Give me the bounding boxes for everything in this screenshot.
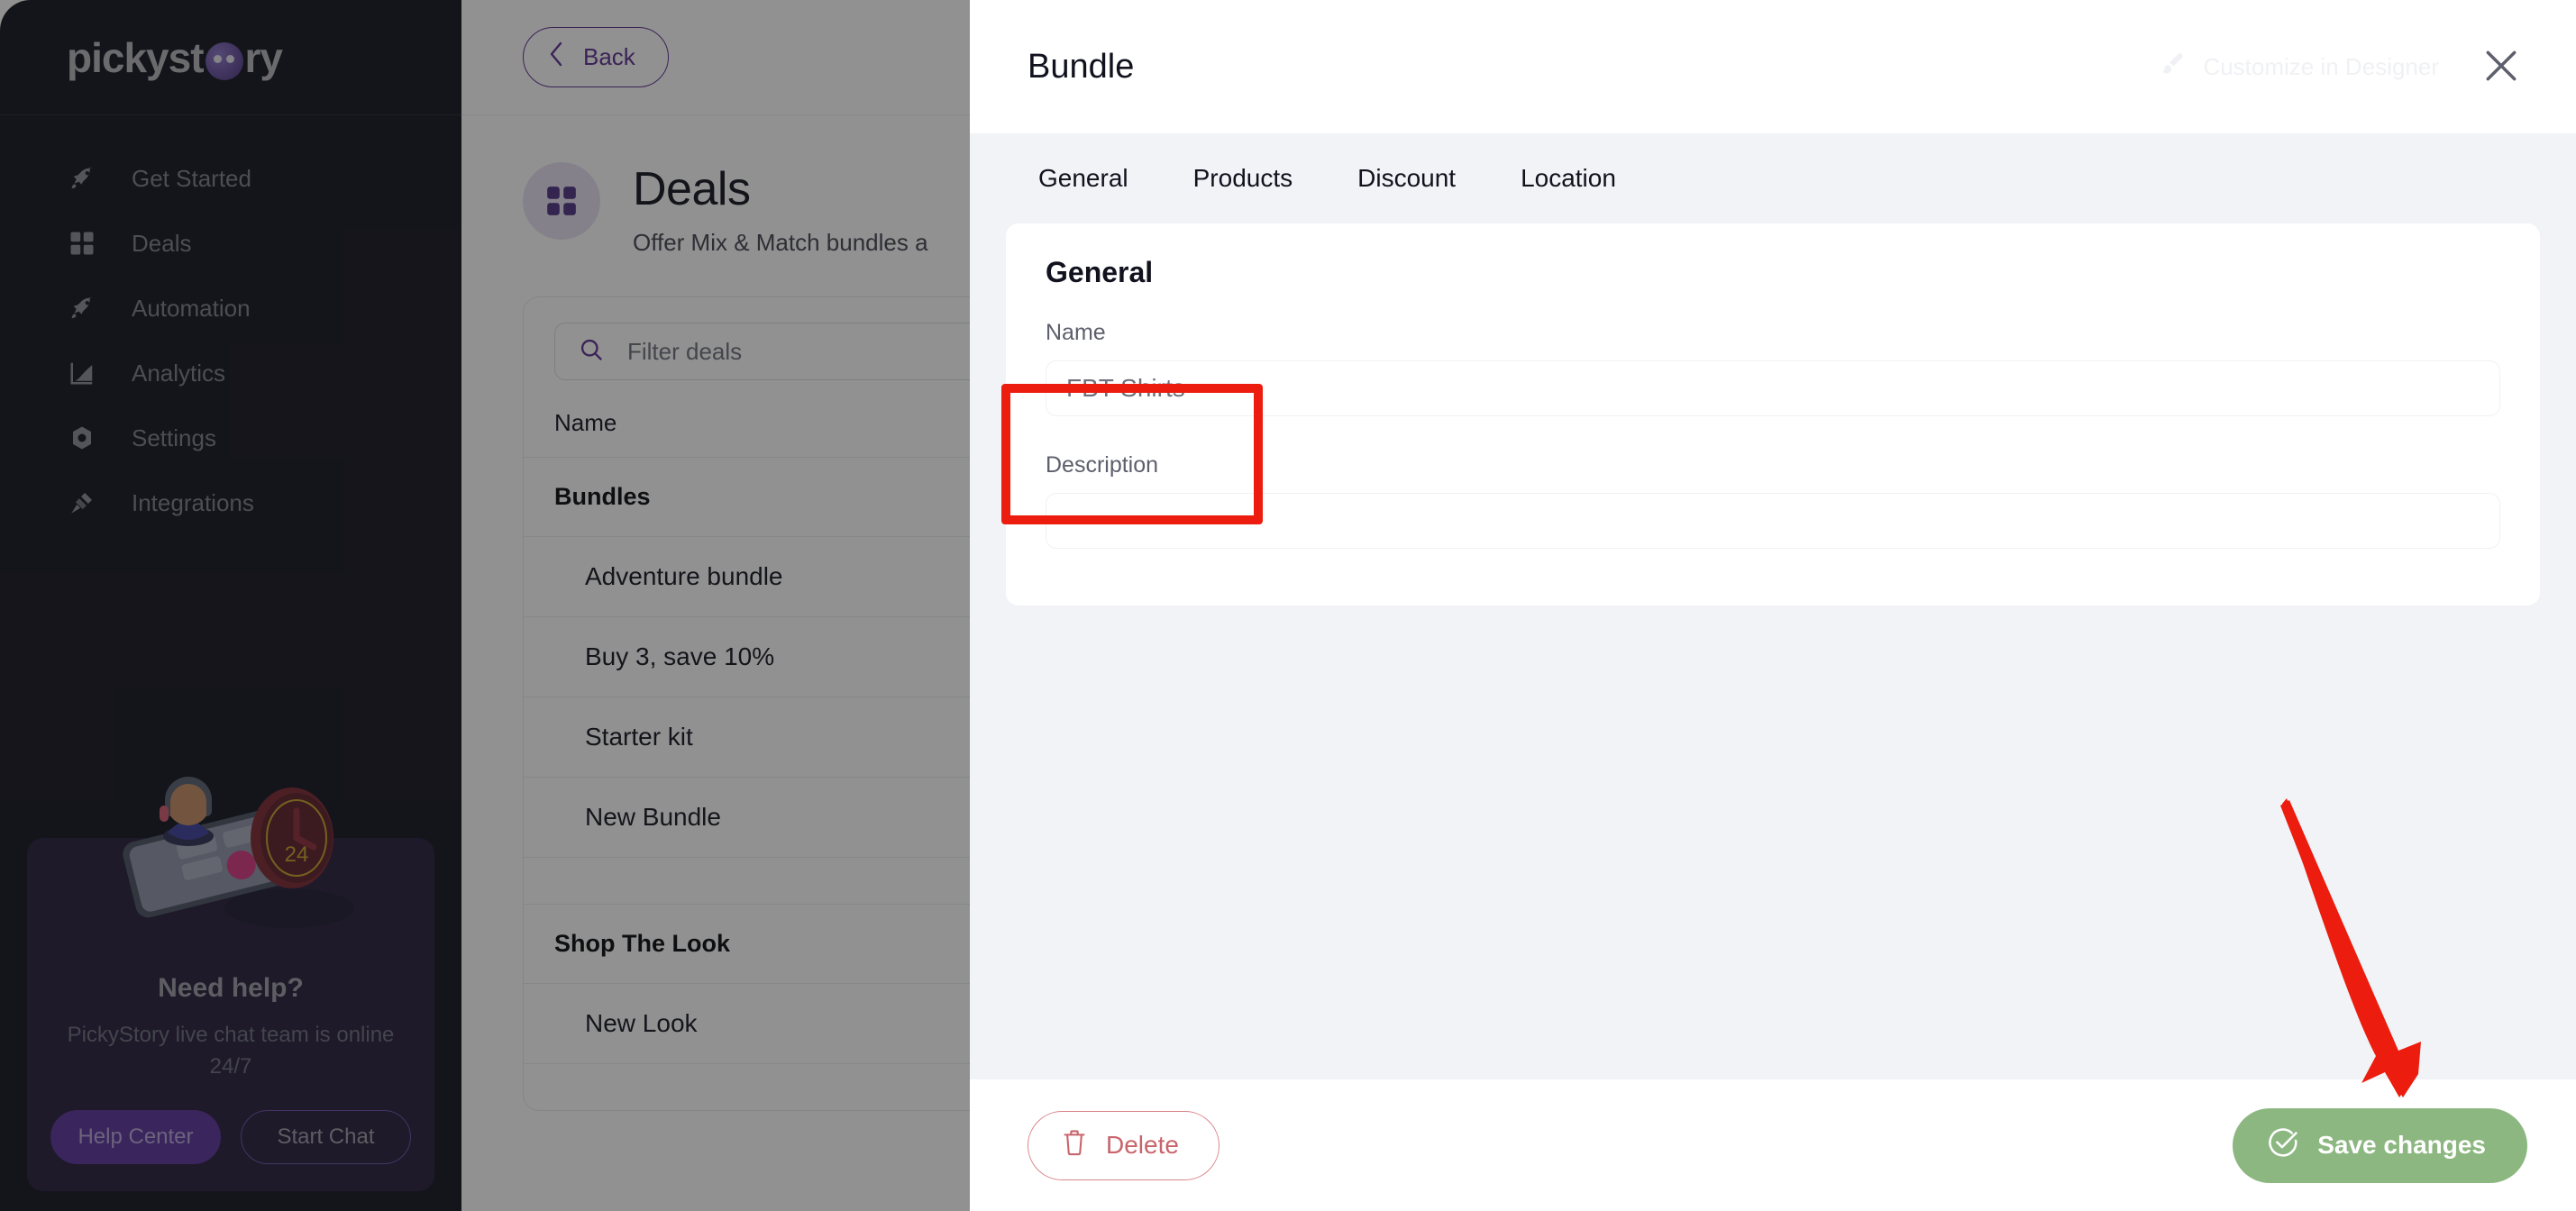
customize-in-designer-label: Customize in Designer (2203, 52, 2439, 80)
bundle-modal: Bundle Customize in Designer General Pro… (970, 0, 2576, 1211)
description-field-group: Description (1046, 452, 2500, 553)
trash-icon (1061, 1128, 1088, 1163)
customize-in-designer-button[interactable]: Customize in Designer (2160, 50, 2439, 84)
tab-products[interactable]: Products (1161, 133, 1326, 223)
screen-root: Back Deals Offer Mix & Match bundles a F… (0, 0, 2576, 1211)
save-changes-button[interactable]: Save changes (2233, 1107, 2527, 1183)
close-icon (2481, 46, 2521, 88)
modal-body: General Name Description (970, 223, 2576, 1079)
check-circle-icon (2267, 1126, 2299, 1165)
modal-footer: Delete Save changes (970, 1079, 2576, 1211)
name-field-group: Name (1046, 320, 2500, 416)
modal-tabs: General Products Discount Location (970, 133, 2576, 223)
tab-general[interactable]: General (1006, 133, 1161, 223)
delete-button[interactable]: Delete (1028, 1110, 1219, 1180)
general-form-card: General Name Description (1006, 223, 2540, 606)
modal-header: Bundle Customize in Designer (970, 0, 2576, 133)
modal-title: Bundle (1028, 47, 1135, 86)
description-input[interactable] (1046, 493, 2500, 549)
name-field-label: Name (1046, 320, 1106, 345)
delete-button-label: Delete (1106, 1131, 1179, 1159)
name-input[interactable] (1046, 360, 2500, 416)
save-changes-label: Save changes (2317, 1131, 2486, 1159)
tab-location[interactable]: Location (1488, 133, 1649, 223)
tab-discount[interactable]: Discount (1325, 133, 1488, 223)
description-field-label: Description (1046, 452, 1159, 478)
brush-icon (2160, 50, 2187, 84)
close-button[interactable] (2475, 41, 2527, 93)
section-title-general: General (1046, 256, 1154, 288)
field-spacer (1046, 425, 2500, 452)
